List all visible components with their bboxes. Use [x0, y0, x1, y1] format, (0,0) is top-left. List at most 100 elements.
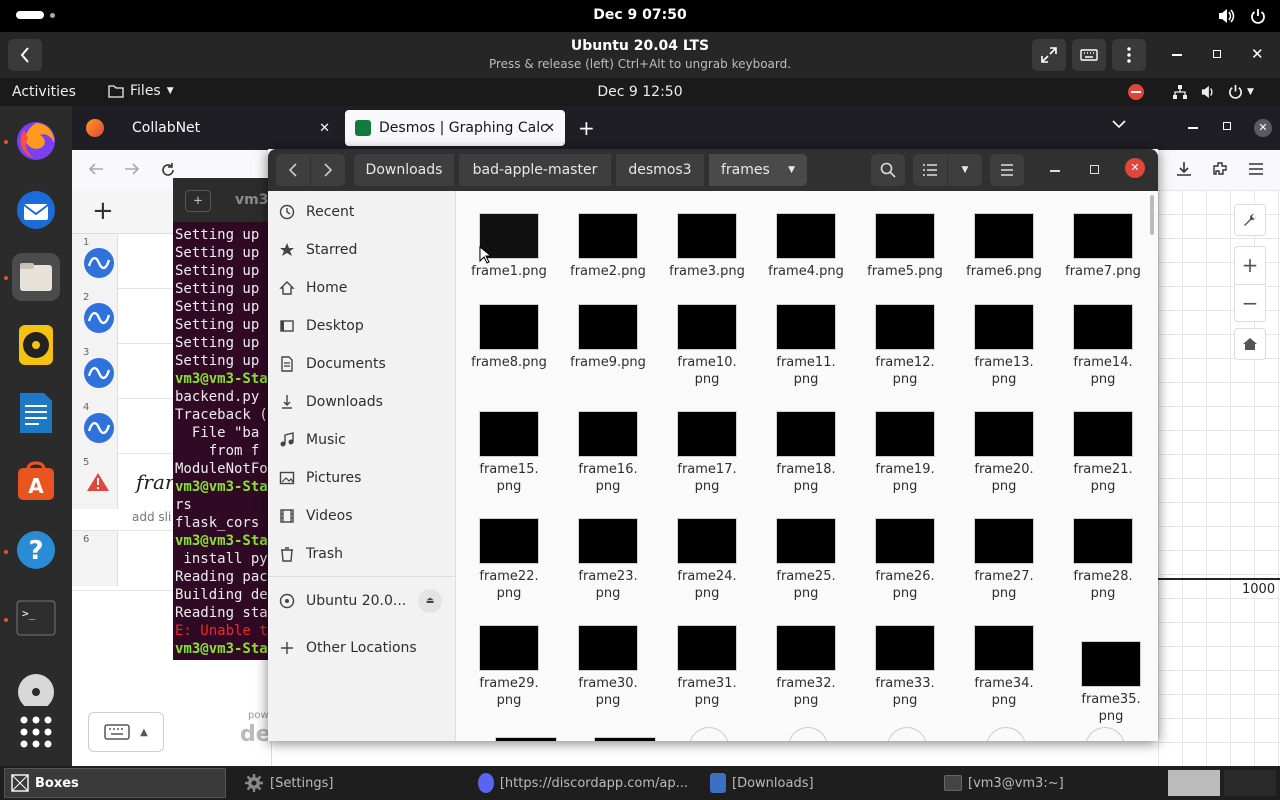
expression-input[interactable]: fran: [136, 470, 178, 494]
host-clock[interactable]: Dec 9 07:50: [0, 7, 1280, 23]
breadcrumb-downloads[interactable]: Downloads: [354, 154, 454, 186]
file-item[interactable]: frame13. png: [958, 304, 1050, 388]
files-launcher[interactable]: [12, 253, 60, 301]
dvd-launcher[interactable]: [12, 662, 60, 710]
downloads-icon[interactable]: [1175, 160, 1193, 178]
eject-icon[interactable]: ⏏: [418, 589, 442, 613]
breadcrumb-bad-apple-master[interactable]: bad-apple-master: [459, 154, 611, 186]
files-close-icon[interactable]: ✕: [1125, 158, 1145, 178]
scrollbar[interactable]: [1150, 195, 1154, 235]
nav-back-button[interactable]: [276, 154, 310, 186]
sidebar-item-ubuntu-20-0[interactable]: Ubuntu 20.0... ⏏: [268, 584, 456, 618]
new-tab-icon[interactable]: +: [185, 190, 211, 212]
power-icon[interactable]: [1250, 8, 1266, 24]
file-item[interactable]: frame29. png: [463, 625, 555, 709]
guest-volume-icon[interactable]: [1200, 85, 1216, 99]
file-item[interactable]: frame34. png: [958, 625, 1050, 709]
file-item[interactable]: frame18. png: [760, 411, 852, 495]
workspace-2-thumbnail[interactable]: [1224, 770, 1276, 796]
file-item[interactable]: frame25. png: [760, 518, 852, 602]
file-item[interactable]: frame32. png: [760, 625, 852, 709]
file-item[interactable]: frame23. png: [562, 518, 654, 602]
ff-close-icon[interactable]: ✕: [1254, 119, 1272, 137]
zoom-in-button[interactable]: +: [1235, 247, 1265, 285]
loading-thumbnail-icon[interactable]: [986, 727, 1026, 741]
file-item[interactable]: frame12. png: [859, 304, 951, 388]
ff-minimize-icon[interactable]: [1188, 127, 1198, 129]
rhythmbox-launcher[interactable]: [12, 321, 60, 369]
loading-thumbnail-icon[interactable]: [788, 727, 828, 741]
fullscreen-button[interactable]: [1032, 39, 1066, 71]
task-boxes[interactable]: Boxes: [4, 768, 226, 798]
sidebar-item-trash[interactable]: Trash: [268, 537, 456, 571]
new-tab-button[interactable]: +: [578, 116, 595, 140]
writer-launcher[interactable]: [12, 389, 60, 437]
graph-color-icon[interactable]: [84, 303, 114, 333]
list-view-button[interactable]: [913, 154, 947, 186]
guest-clock[interactable]: Dec 9 12:50: [0, 84, 1280, 100]
sidebar-item-music[interactable]: Music: [268, 423, 456, 457]
file-item[interactable]: frame8.png: [463, 304, 555, 371]
sidebar-item-downloads[interactable]: Downloads: [268, 385, 456, 419]
list-tabs-button[interactable]: [1112, 119, 1126, 129]
forward-arrow-icon[interactable]: [124, 162, 140, 176]
file-item[interactable]: frame31. png: [661, 625, 753, 709]
file-item[interactable]: frame7.png: [1057, 213, 1149, 280]
file-item[interactable]: frame6.png: [958, 213, 1050, 280]
add-slider-link[interactable]: add sli: [132, 510, 171, 524]
extensions-icon[interactable]: [1211, 160, 1229, 178]
guest-power-menu[interactable]: ▼: [1228, 84, 1254, 99]
loading-thumbnail-icon[interactable]: [689, 727, 729, 741]
file-item[interactable]: frame16. png: [562, 411, 654, 495]
task-downloads[interactable]: [Downloads]: [704, 768, 926, 798]
loading-thumbnail-icon[interactable]: [1085, 727, 1125, 741]
graph-color-icon[interactable]: [84, 358, 114, 388]
breadcrumb-desmos3[interactable]: desmos3: [616, 154, 704, 186]
file-item[interactable]: frame20. png: [958, 411, 1050, 495]
file-item[interactable]: frame3.png: [661, 213, 753, 280]
show-apps-button[interactable]: [12, 708, 60, 756]
file-item[interactable]: frame33. png: [859, 625, 951, 709]
breadcrumb-frames[interactable]: frames ▼: [709, 154, 807, 186]
maximize-icon[interactable]: [1213, 50, 1221, 58]
file-item[interactable]: frame11. png: [760, 304, 852, 388]
tab-close-icon[interactable]: ✕: [319, 121, 330, 136]
sidebar-item-documents[interactable]: Documents: [268, 347, 456, 381]
zoom-out-button[interactable]: −: [1235, 285, 1265, 323]
file-item[interactable]: frame21. png: [1057, 411, 1149, 495]
help-launcher[interactable]: ?: [12, 526, 60, 574]
back-arrow-icon[interactable]: [88, 162, 104, 176]
task-discord[interactable]: [https://discordapp.com/ap...: [472, 768, 694, 798]
sidebar-item-starred[interactable]: Starred: [268, 233, 456, 267]
software-launcher[interactable]: A: [12, 458, 60, 506]
ff-maximize-icon[interactable]: [1223, 122, 1231, 130]
reload-icon[interactable]: [160, 162, 176, 178]
workspace-1-thumbnail[interactable]: [1168, 770, 1220, 796]
terminal-launcher[interactable]: >_: [12, 594, 60, 642]
file-item[interactable]: frame35. png: [1065, 641, 1157, 725]
sidebar-item-pictures[interactable]: Pictures: [268, 461, 456, 495]
file-item[interactable]: frame14. png: [1057, 304, 1149, 388]
file-item[interactable]: frame27. png: [958, 518, 1050, 602]
menu-button[interactable]: [1112, 39, 1146, 71]
tab-collabnet[interactable]: CollabNet ✕: [78, 110, 340, 146]
minimize-icon[interactable]: [1172, 54, 1182, 56]
file-item[interactable]: frame2.png: [562, 213, 654, 280]
main-menu-button[interactable]: [990, 154, 1024, 186]
file-item[interactable]: frame30. png: [562, 625, 654, 709]
keyboard-button[interactable]: [1072, 39, 1106, 71]
files-minimize-icon[interactable]: [1050, 170, 1060, 172]
network-icon[interactable]: [1172, 84, 1188, 100]
graph-color-icon[interactable]: [84, 413, 114, 443]
task-settings[interactable]: [Settings]: [238, 768, 460, 798]
file-item[interactable]: frame24. png: [661, 518, 753, 602]
stop-indicator-icon[interactable]: [1128, 84, 1144, 100]
sidebar-item-other-locations[interactable]: Other Locations: [268, 631, 456, 665]
close-icon[interactable]: ✕: [1251, 45, 1264, 63]
warning-icon[interactable]: [86, 472, 110, 492]
tab-close-icon[interactable]: ✕: [544, 121, 555, 136]
file-item[interactable]: frame17. png: [661, 411, 753, 495]
file-item[interactable]: frame4.png: [760, 213, 852, 280]
home-view-button[interactable]: [1234, 328, 1266, 360]
thunderbird-launcher[interactable]: [12, 186, 60, 234]
